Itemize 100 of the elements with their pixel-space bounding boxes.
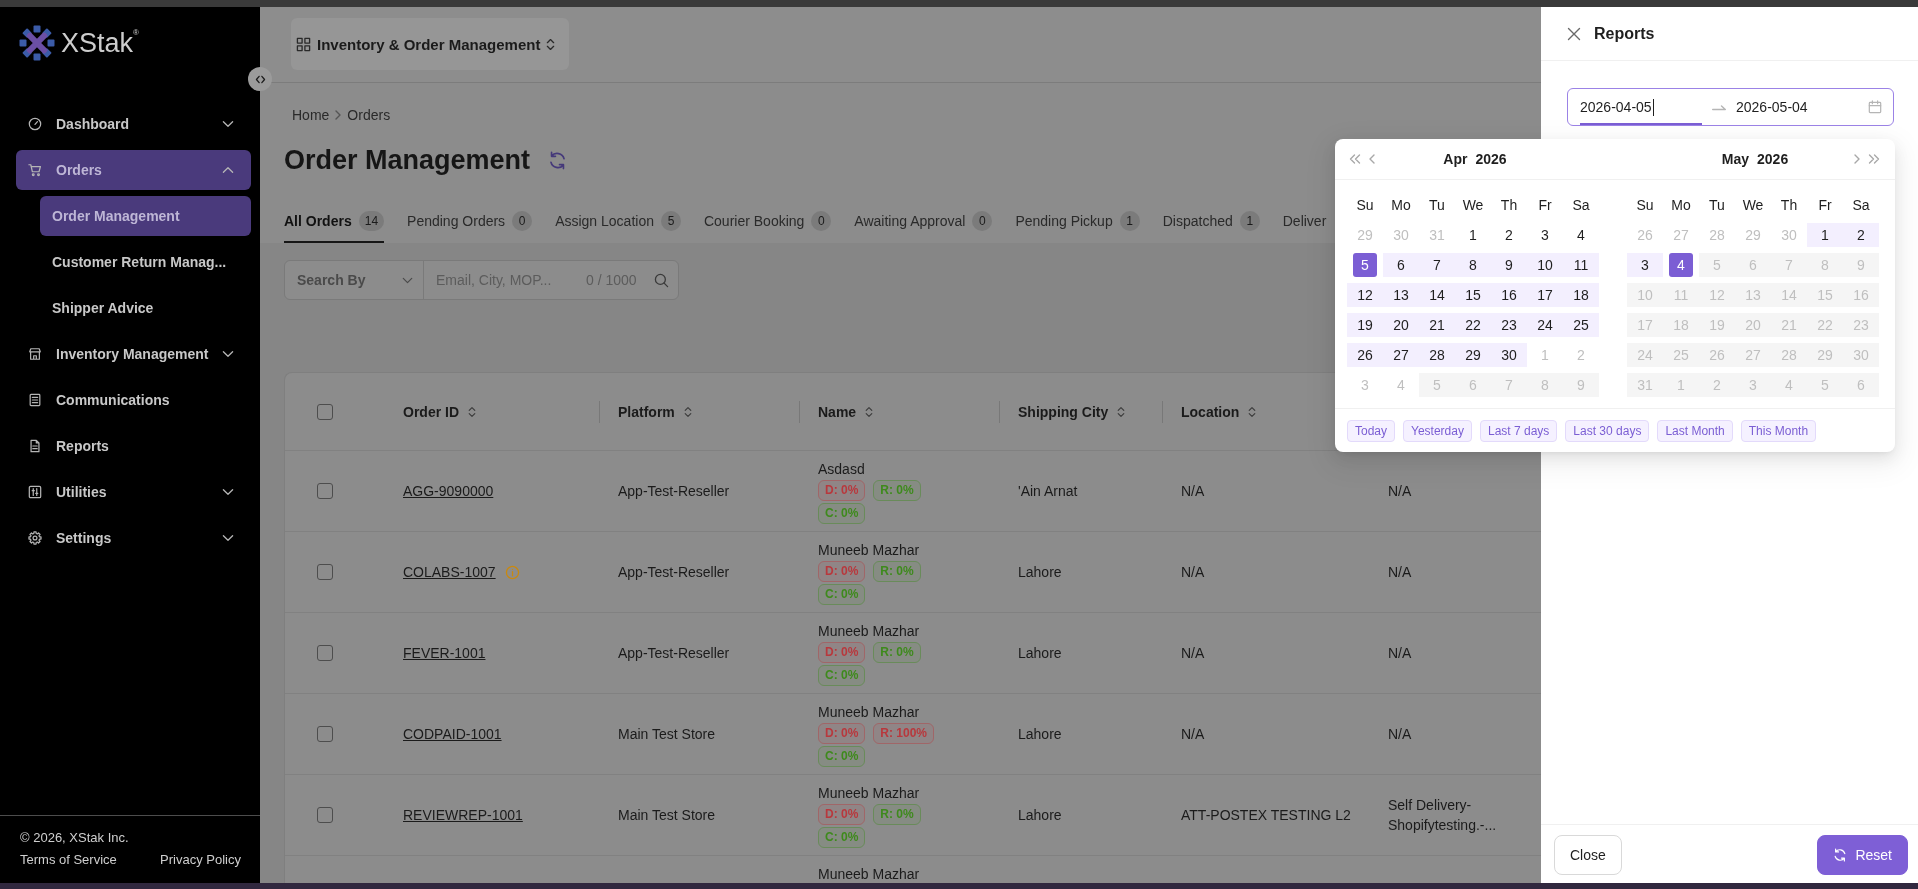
year-label[interactable]: 2026 (1475, 151, 1507, 167)
tab[interactable]: Deliver (1282, 200, 1327, 243)
calendar-day[interactable]: 25 (1563, 313, 1599, 337)
calendar-day[interactable]: 15 (1455, 283, 1491, 307)
chevron-down-icon[interactable] (222, 120, 234, 128)
end-date-input[interactable]: 2026-05-04 (1736, 89, 1858, 125)
close-button[interactable]: Close (1554, 835, 1622, 875)
order-id-link[interactable]: AGG-9090000 (403, 481, 494, 501)
tab[interactable]: Courier Booking 0 (703, 200, 832, 243)
calendar-day[interactable]: 5 (1353, 253, 1377, 277)
breadcrumb-link[interactable]: Home (292, 105, 330, 125)
footer-link[interactable]: Terms of Service (20, 849, 117, 871)
preset-button[interactable]: Today (1347, 420, 1396, 442)
column-header[interactable]: Location (1181, 403, 1257, 420)
calendar-day[interactable]: 27 (1383, 343, 1419, 367)
order-id-link[interactable]: COLABS-1007 (403, 562, 496, 582)
row-checkbox[interactable] (317, 483, 333, 499)
calendar-day[interactable]: 11 (1563, 253, 1599, 277)
tab[interactable]: Pending Pickup 1 (1015, 200, 1140, 243)
calendar-day[interactable]: 19 (1347, 313, 1383, 337)
calendar-day[interactable]: 3 (1627, 253, 1663, 277)
calendar-day[interactable]: 4 (1563, 223, 1599, 247)
month-label[interactable]: May (1721, 151, 1750, 167)
year-label[interactable]: 2026 (1757, 151, 1789, 167)
column-header[interactable]: Platform (618, 403, 692, 420)
calendar-day[interactable]: 2 (1843, 223, 1879, 247)
chevron-up-icon[interactable] (222, 166, 234, 174)
tab[interactable]: Dispatched 1 (1162, 200, 1260, 243)
tab[interactable]: Assign Location 5 (555, 200, 681, 243)
select-all-checkbox[interactable] (317, 403, 333, 420)
search-by-select[interactable]: Search By (285, 261, 424, 299)
chevron-down-icon[interactable] (222, 350, 235, 358)
calendar-day[interactable]: 24 (1527, 313, 1563, 337)
date-range-field[interactable]: 2026-04-05 2026-05-04 (1567, 88, 1894, 126)
nav-item[interactable]: Communications (16, 380, 251, 420)
order-id-link[interactable]: REVIEWREP-1001 (403, 805, 523, 825)
tab[interactable]: Pending Orders 0 (407, 200, 533, 243)
calendar-day[interactable]: 29 (1455, 343, 1491, 367)
calendar-day[interactable]: 22 (1455, 313, 1491, 337)
footer-link[interactable]: Privacy Policy (160, 849, 241, 871)
row-checkbox[interactable] (317, 807, 333, 823)
double-chevron-left-icon[interactable] (1349, 154, 1361, 164)
tab[interactable]: Awaiting Approval 0 (854, 200, 993, 243)
row-checkbox[interactable] (317, 645, 333, 661)
preset-button[interactable]: This Month (1740, 420, 1817, 442)
calendar-day[interactable]: 1 (1807, 223, 1843, 247)
calendar-day[interactable]: 23 (1491, 313, 1527, 337)
nav-item[interactable]: Dashboard (16, 104, 251, 144)
calendar-day[interactable]: 3 (1527, 223, 1563, 247)
nav-item[interactable]: Inventory Management (16, 334, 251, 374)
preset-button[interactable]: Last Month (1657, 420, 1733, 442)
search-icon[interactable] (653, 272, 669, 288)
calendar-day[interactable]: 26 (1347, 343, 1383, 367)
order-id-link[interactable]: FEVER-1001 (403, 643, 486, 663)
calendar-day[interactable]: 12 (1347, 283, 1383, 307)
sidebar-toggle-button[interactable] (248, 67, 272, 91)
calendar-day[interactable]: 17 (1527, 283, 1563, 307)
chevron-down-icon[interactable] (222, 534, 234, 542)
calendar-day[interactable]: 1 (1455, 223, 1491, 247)
calendar-day[interactable]: 7 (1419, 253, 1455, 277)
calendar-day[interactable]: 30 (1491, 343, 1527, 367)
preset-button[interactable]: Yesterday (1403, 420, 1472, 442)
row-checkbox[interactable] (317, 564, 333, 580)
reset-button[interactable]: Reset (1817, 835, 1908, 875)
month-label[interactable]: Apr (1443, 151, 1468, 167)
calendar-day[interactable]: 9 (1491, 253, 1527, 277)
column-header[interactable]: Shipping City (1018, 403, 1126, 420)
double-chevron-right-icon[interactable] (1868, 154, 1880, 164)
calendar-day[interactable]: 21 (1419, 313, 1455, 337)
preset-button[interactable]: Last 30 days (1565, 420, 1650, 442)
close-icon[interactable] (1567, 26, 1581, 41)
calendar-day[interactable]: 13 (1383, 283, 1419, 307)
calendar-day[interactable]: 14 (1419, 283, 1455, 307)
nav-subitem[interactable]: Shipper Advice (40, 288, 251, 328)
start-date-input[interactable]: 2026-04-05 (1580, 89, 1702, 125)
column-header[interactable]: Order ID (403, 403, 476, 420)
nav-item[interactable]: Reports (16, 426, 251, 466)
refresh-icon[interactable] (548, 150, 568, 170)
order-id-link[interactable]: CODPAID-1001 (403, 724, 502, 744)
calendar-day[interactable]: 20 (1383, 313, 1419, 337)
calendar-day[interactable]: 2 (1491, 223, 1527, 247)
chevron-left-icon[interactable] (1369, 154, 1375, 164)
row-checkbox[interactable] (317, 726, 333, 742)
tab[interactable]: All Orders 14 (284, 200, 385, 243)
calendar-day[interactable]: 18 (1563, 283, 1599, 307)
calendar-day[interactable]: 4 (1669, 253, 1693, 277)
chevron-right-icon[interactable] (1854, 154, 1860, 164)
nav-subitem[interactable]: Customer Return Manag... (40, 242, 251, 282)
nav-item[interactable]: Orders (16, 150, 251, 190)
preset-button[interactable]: Last 7 days (1479, 420, 1558, 442)
calendar-day[interactable]: 10 (1527, 253, 1563, 277)
calendar-day[interactable]: 8 (1455, 253, 1491, 277)
column-header[interactable]: Name (818, 403, 874, 420)
calendar-day[interactable]: 6 (1383, 253, 1419, 277)
calendar-day[interactable]: 28 (1419, 343, 1455, 367)
calendar-day[interactable]: 16 (1491, 283, 1527, 307)
nav-subitem[interactable]: Order Management (40, 196, 251, 236)
chevron-down-icon[interactable] (222, 488, 234, 496)
app-switcher-button[interactable]: Inventory & Order Management (291, 18, 570, 70)
nav-item[interactable]: Settings (16, 518, 251, 558)
